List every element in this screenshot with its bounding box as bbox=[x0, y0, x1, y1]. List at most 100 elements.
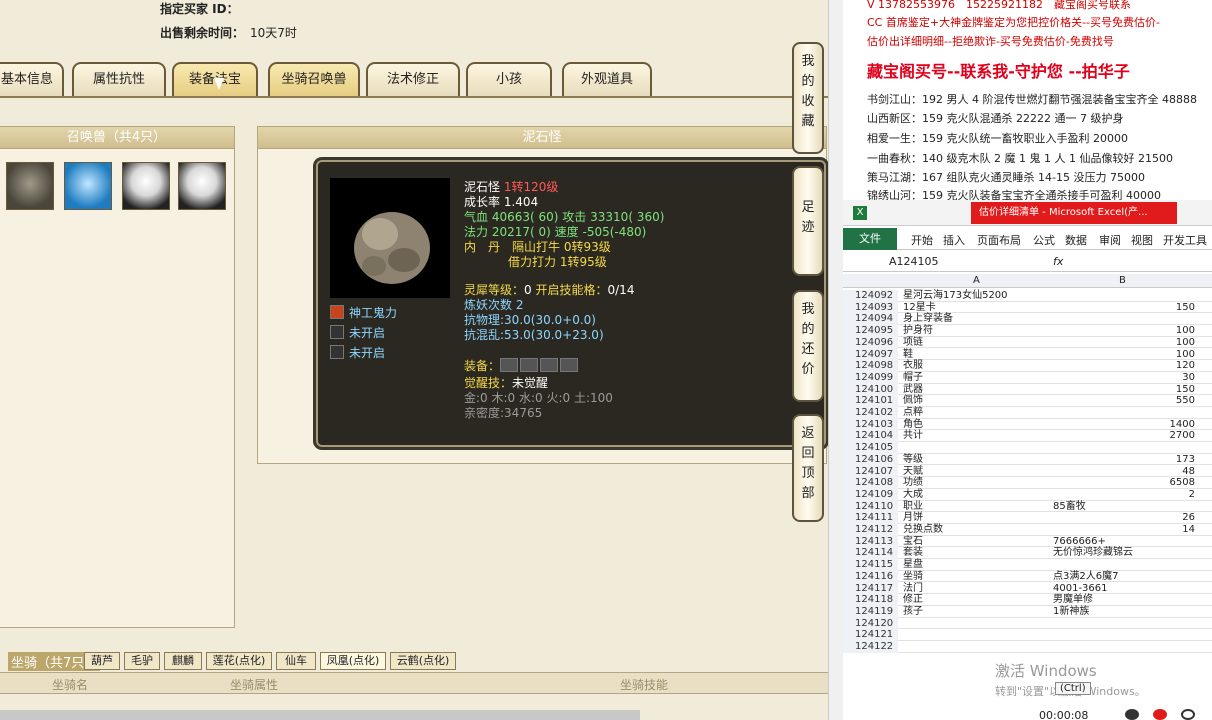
sheet-row[interactable]: 124093 12星卡 150 bbox=[843, 301, 1212, 314]
ribbon-layout[interactable]: 页面布局 bbox=[977, 232, 1021, 248]
col-b[interactable]: B bbox=[1119, 275, 1126, 286]
sheet-row[interactable]: 124116 坐骑 点3满2人6魔7 bbox=[843, 570, 1212, 583]
cell-a[interactable]: 大成 bbox=[903, 489, 923, 501]
cell-a[interactable]: 衣服 bbox=[903, 360, 923, 372]
cell-a[interactable]: 点粹 bbox=[903, 407, 923, 419]
tab-child[interactable]: 小孩 bbox=[466, 62, 552, 96]
sheet-row[interactable]: 124104 共计 2700 bbox=[843, 430, 1212, 443]
equip-slot-icon[interactable] bbox=[540, 358, 559, 372]
sheet-row[interactable]: 124095 护身符 100 bbox=[843, 325, 1212, 337]
mount-tab[interactable]: 凤凰(点化) bbox=[320, 652, 386, 670]
cell-b[interactable]: 173 bbox=[1053, 454, 1195, 466]
mount-tab[interactable]: 莲花(点化) bbox=[206, 652, 272, 670]
cell-a[interactable]: 宝石 bbox=[903, 536, 923, 548]
sheet-row[interactable]: 124103 角色 1400 bbox=[843, 418, 1212, 431]
cell-a[interactable]: 项链 bbox=[903, 337, 923, 349]
ribbon-dev[interactable]: 开发工具 bbox=[1163, 232, 1207, 248]
cell-a[interactable]: 护身符 bbox=[903, 325, 933, 337]
sheet-row[interactable]: 124107 天赋 48 bbox=[843, 465, 1212, 478]
sheet-row[interactable]: 124099 帽子 30 bbox=[843, 371, 1212, 384]
cell-a[interactable]: 武器 bbox=[903, 384, 923, 396]
sheet-row[interactable]: 124094 身上穿装备 bbox=[843, 313, 1212, 326]
mount-tab[interactable]: 麒麟 bbox=[164, 652, 202, 670]
cell-b[interactable]: 点3满2人6魔7 bbox=[1053, 571, 1195, 583]
cell-b[interactable]: 无价惊鸿珍藏锦云 bbox=[1053, 547, 1195, 559]
sheet-row[interactable]: 124098 衣服 120 bbox=[843, 360, 1212, 372]
sheet-row[interactable]: 124109 大成 2 bbox=[843, 488, 1212, 501]
sheet-row[interactable]: 124100 武器 150 bbox=[843, 383, 1212, 396]
skill-3[interactable]: 未开启 bbox=[349, 346, 385, 360]
sheet-row[interactable]: 124092 星河云海173女仙5200 bbox=[843, 290, 1212, 302]
cell-a[interactable]: 身上穿装备 bbox=[903, 313, 953, 325]
sheet-row[interactable]: 124101 佩饰 550 bbox=[843, 395, 1212, 407]
cell-b[interactable]: 7666666+ bbox=[1053, 536, 1195, 548]
sheet-row[interactable]: 124102 点粹 bbox=[843, 407, 1212, 419]
cell-b[interactable]: 550 bbox=[1053, 395, 1195, 407]
cell-a[interactable]: 12星卡 bbox=[903, 302, 936, 314]
sheet-row[interactable]: 124106 等级 173 bbox=[843, 453, 1212, 466]
paste-options-button[interactable]: (Ctrl) bbox=[1055, 682, 1091, 695]
cell-a[interactable]: 等级 bbox=[903, 454, 923, 466]
cell-a[interactable]: 法门 bbox=[903, 583, 923, 595]
sheet-row[interactable]: 124111 月饼 26 bbox=[843, 512, 1212, 524]
tab-mount-summon[interactable]: 坐骑召唤兽 bbox=[268, 62, 360, 96]
sheet-row[interactable]: 124108 功绩 6508 bbox=[843, 477, 1212, 489]
skill-2[interactable]: 未开启 bbox=[349, 326, 385, 340]
stop-record-icon[interactable] bbox=[1153, 709, 1167, 720]
summon-avatar-white-2[interactable] bbox=[178, 162, 226, 210]
ribbon-home[interactable]: 开始 bbox=[911, 232, 933, 248]
summon-avatar-blue[interactable] bbox=[64, 162, 112, 210]
summon-avatar-mudstone[interactable] bbox=[6, 162, 54, 210]
sheet-row[interactable]: 124121 bbox=[843, 629, 1212, 641]
mount-tab[interactable]: 仙车 bbox=[276, 652, 316, 670]
cell-b[interactable]: 4001-3661 bbox=[1053, 583, 1195, 595]
sheet-row[interactable]: 124105 bbox=[843, 442, 1212, 454]
sheet-row[interactable]: 124110 职业 85畜牧 bbox=[843, 500, 1212, 513]
name-box[interactable]: A124105 bbox=[889, 255, 939, 268]
cell-b[interactable]: 100 bbox=[1053, 325, 1195, 337]
cell-b[interactable]: 6508 bbox=[1053, 477, 1195, 489]
cell-a[interactable]: 星盘 bbox=[903, 559, 923, 571]
cell-a[interactable]: 孩子 bbox=[903, 606, 923, 618]
cell-b[interactable]: 2700 bbox=[1053, 430, 1195, 442]
cell-a[interactable]: 天赋 bbox=[903, 466, 923, 478]
cell-b[interactable]: 1新神族 bbox=[1053, 606, 1195, 618]
equip-slot-icon[interactable] bbox=[560, 358, 579, 372]
cell-b[interactable]: 150 bbox=[1053, 384, 1195, 396]
ribbon-insert[interactable]: 插入 bbox=[943, 232, 965, 248]
mount-tab[interactable]: 云鹤(点化) bbox=[390, 652, 456, 670]
history-button[interactable]: 足迹 bbox=[792, 166, 824, 276]
sheet-row[interactable]: 124097 鞋 100 bbox=[843, 348, 1212, 361]
cell-b[interactable]: 30 bbox=[1053, 372, 1195, 384]
cell-a[interactable]: 坐骑 bbox=[903, 571, 923, 583]
cell-a[interactable]: 修正 bbox=[903, 594, 923, 606]
sheet-row[interactable]: 124112 兑换点数 14 bbox=[843, 524, 1212, 536]
cell-a[interactable]: 共计 bbox=[903, 430, 923, 442]
tab-basic-info[interactable]: 基本信息 bbox=[0, 62, 64, 96]
sheet-row[interactable]: 124115 星盘 bbox=[843, 559, 1212, 571]
cell-a[interactable]: 鞋 bbox=[903, 349, 913, 361]
sheet-row[interactable]: 124117 法门 4001-3661 bbox=[843, 582, 1212, 595]
horizontal-scrollbar[interactable] bbox=[0, 710, 640, 720]
cell-b[interactable]: 2 bbox=[1053, 489, 1195, 501]
tab-spell-correction[interactable]: 法术修正 bbox=[366, 62, 460, 96]
pause-icon[interactable] bbox=[1125, 709, 1139, 720]
my-bargain-button[interactable]: 我的还价 bbox=[792, 290, 824, 402]
cell-a[interactable]: 佩饰 bbox=[903, 395, 923, 407]
cell-b[interactable]: 85畜牧 bbox=[1053, 501, 1195, 513]
sheet-row[interactable]: 124114 套装 无价惊鸿珍藏锦云 bbox=[843, 547, 1212, 560]
cell-b[interactable]: 14 bbox=[1053, 524, 1195, 536]
sheet-row[interactable]: 124122 bbox=[843, 641, 1212, 653]
settings-icon[interactable] bbox=[1181, 709, 1195, 720]
equip-slot-icon[interactable] bbox=[500, 358, 519, 372]
cell-a[interactable]: 职业 bbox=[903, 501, 923, 513]
ribbon-review[interactable]: 审阅 bbox=[1099, 232, 1121, 248]
skill-1[interactable]: 神工鬼力 bbox=[349, 306, 397, 320]
ribbon-data[interactable]: 数据 bbox=[1065, 232, 1087, 248]
tab-attributes[interactable]: 属性抗性 bbox=[72, 62, 166, 96]
cell-a[interactable]: 月饼 bbox=[903, 512, 923, 524]
cell-b[interactable]: 男魔单修 bbox=[1053, 594, 1195, 606]
favorites-button[interactable]: 我的收藏 bbox=[792, 42, 824, 154]
sheet-row[interactable]: 124113 宝石 7666666+ bbox=[843, 535, 1212, 548]
ribbon-file[interactable]: 文件 bbox=[843, 228, 897, 250]
